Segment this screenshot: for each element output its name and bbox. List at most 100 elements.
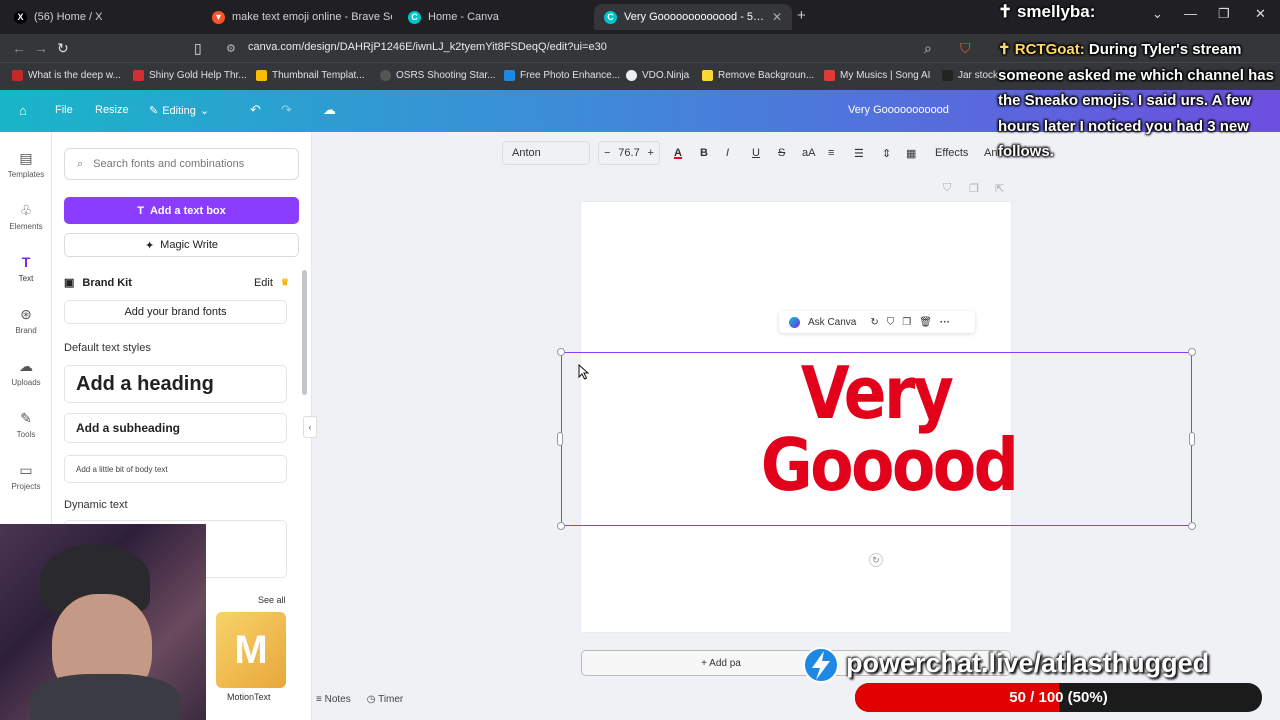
tab-canva-design[interactable]: C Very Gooooooooooood - 500 × ✕ (594, 4, 792, 30)
reload-icon[interactable]: ↻ (57, 40, 69, 57)
crown-icon: ♛ (280, 277, 289, 287)
ask-canva-button[interactable]: Ask Canva (808, 317, 856, 328)
file-menu[interactable]: File (55, 104, 73, 116)
x-logo-icon: X (14, 10, 27, 24)
bookmark-icon[interactable]: ▯ (194, 40, 202, 57)
webcam-feed (0, 524, 206, 720)
chevron-down-icon[interactable]: ⌄ (1152, 6, 1163, 22)
rail-templates[interactable]: ▤ Templates (0, 150, 52, 179)
bookmark-item[interactable]: VDO.Ninja (626, 70, 689, 81)
align-icon[interactable]: ≡ (828, 147, 834, 159)
resize-handle[interactable] (557, 522, 565, 530)
motion-text-thumbnail[interactable]: M (216, 612, 286, 688)
bookmark-item[interactable]: OSRS Shooting Star... (380, 70, 496, 81)
editing-mode-dropdown[interactable]: ✎ Editing ⌄ (149, 104, 209, 118)
add-brand-fonts-button[interactable]: Add your brand fonts (64, 300, 287, 324)
zoom-icon[interactable]: ⌕ (924, 40, 932, 57)
cloud-saved-icon[interactable]: ☁ (323, 102, 336, 118)
brand-icon: ⊛ (20, 306, 32, 322)
brand-kit-edit-link[interactable]: Edit (254, 277, 273, 289)
back-icon[interactable]: ← (12, 40, 26, 56)
notes-button[interactable]: ≡ Notes (316, 694, 351, 714)
tab-title: Home - Canva (428, 11, 499, 23)
duplicate-icon[interactable]: ❐ (902, 317, 911, 328)
effects-button[interactable]: Effects (935, 147, 968, 159)
font-family-dropdown[interactable]: Anton (502, 141, 590, 165)
trash-icon[interactable]: 🗑 (919, 317, 932, 328)
font-size-stepper[interactable]: − 76.7 + (598, 141, 660, 165)
tab-canva-home[interactable]: C Home - Canva (398, 4, 588, 30)
minus-icon[interactable]: − (604, 147, 610, 159)
lock-icon[interactable]: ⛉ (887, 317, 895, 328)
add-body-text-button[interactable]: Add a little bit of body text (64, 455, 287, 483)
design-text-line2: Gooood (760, 423, 1019, 507)
add-heading-button[interactable]: Add a heading (64, 365, 287, 403)
list-icon[interactable]: ☰ (854, 147, 864, 160)
bookmark-item[interactable]: Free Photo Enhance... (504, 70, 620, 81)
undo-icon[interactable]: ↶ (250, 102, 261, 118)
bookmark-item[interactable]: My Musics | Song AI (824, 70, 930, 81)
brave-shield-icon[interactable]: ⛉ (960, 40, 971, 57)
underline-icon[interactable]: U (752, 147, 760, 159)
close-window-icon[interactable]: ✕ (1255, 6, 1266, 22)
bookmark-item[interactable]: Remove Backgroun... (702, 70, 814, 81)
bookmark-item[interactable]: What is the deep w... (12, 70, 121, 81)
minimize-icon[interactable]: — (1184, 6, 1197, 21)
rail-tools[interactable]: ✎ Tools (0, 410, 52, 439)
font-search-input[interactable]: ⌕ Search fonts and combinations (64, 148, 299, 180)
add-text-box-button[interactable]: T Add a text box (64, 197, 299, 224)
bookmark-item[interactable]: Thumbnail Templat... (256, 70, 365, 81)
duplicate-page-icon[interactable]: ❐ (969, 182, 979, 195)
italic-icon[interactable]: I (726, 147, 729, 159)
uploads-icon: ☁ (19, 358, 33, 374)
rail-text[interactable]: T Text (0, 254, 52, 283)
rail-elements[interactable]: ♧ Elements (0, 202, 52, 231)
text-color-icon[interactable]: A (674, 147, 682, 159)
url-field[interactable]: canva.com/design/DAHRjP1246E/iwnLJ_k2tye… (248, 41, 607, 53)
letter-case-icon[interactable]: aA (802, 147, 815, 159)
design-text[interactable]: Very Gooood (760, 357, 1019, 507)
transparency-icon[interactable]: ▦ (906, 147, 916, 160)
lock-page-icon[interactable]: ⛉ (943, 182, 951, 195)
see-all-link[interactable]: See all (258, 595, 286, 605)
magic-write-button[interactable]: ✦ Magic Write (64, 233, 299, 257)
redo-icon[interactable]: ↷ (281, 102, 292, 118)
element-context-bar: Ask Canva ↻ ⛉ ❐ 🗑 ··· (779, 311, 975, 333)
new-tab-icon[interactable]: + (797, 7, 806, 24)
rail-projects[interactable]: ▭ Projects (0, 462, 52, 491)
bookmark-favicon-icon (504, 70, 515, 81)
bookmark-item[interactable]: Jar stock (942, 70, 998, 81)
shoulder-shape (30, 674, 180, 720)
forward-icon[interactable]: → (34, 40, 48, 56)
resize-handle[interactable] (1188, 348, 1196, 356)
panel-scrollbar[interactable] (302, 270, 307, 395)
rail-uploads[interactable]: ☁ Uploads (0, 358, 52, 387)
restore-icon[interactable]: ❐ (1218, 6, 1230, 22)
plus-icon[interactable]: + (648, 147, 654, 159)
resize-button[interactable]: Resize (95, 104, 129, 116)
design-title[interactable]: Very Gooooooooood (848, 104, 949, 116)
spacing-icon[interactable]: ⇕ (882, 147, 891, 160)
add-subheading-button[interactable]: Add a subheading (64, 413, 287, 443)
bookmark-item[interactable]: Shiny Gold Help Thr... (133, 70, 247, 81)
tab-x-home[interactable]: X (56) Home / X (4, 4, 198, 30)
rail-brand[interactable]: ⊛ Brand (0, 306, 52, 335)
rotate-handle-icon[interactable]: ↻ (869, 553, 883, 567)
progress-text: 50 / 100 (50%) (1009, 689, 1108, 706)
timer-button[interactable]: ◷ Timer (367, 694, 404, 714)
strikethrough-icon[interactable]: S (778, 147, 785, 159)
resize-handle[interactable] (557, 432, 563, 446)
more-options-icon[interactable]: ··· (940, 317, 950, 328)
collapse-panel-button[interactable]: ‹ (303, 416, 317, 438)
site-info-icon[interactable]: ⚙ (226, 42, 236, 55)
tab-brave-search[interactable]: ▼ make text emoji online - Brave Search (202, 4, 392, 30)
home-icon[interactable]: ⌂ (19, 103, 27, 118)
text-icon: T (21, 254, 31, 270)
close-tab-icon[interactable]: ✕ (772, 10, 782, 24)
resize-handle[interactable] (557, 348, 565, 356)
bold-icon[interactable]: B (700, 147, 708, 159)
add-page-icon[interactable]: ⇱ (995, 182, 1004, 195)
resize-handle[interactable] (1189, 432, 1195, 446)
resize-handle[interactable] (1188, 522, 1196, 530)
comment-icon[interactable]: ↻ (870, 317, 878, 328)
